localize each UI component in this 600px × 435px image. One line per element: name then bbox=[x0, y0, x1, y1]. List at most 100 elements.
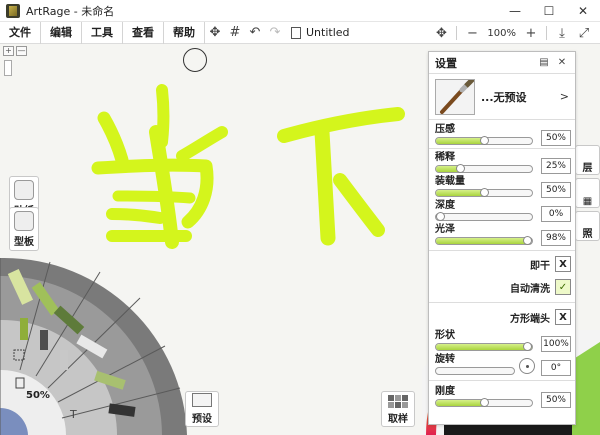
rotation-dial[interactable] bbox=[519, 358, 535, 374]
square-head-label: 方形端头 bbox=[510, 313, 550, 325]
gloss-param: 光泽 98% bbox=[435, 224, 571, 248]
pressure-value[interactable]: 50% bbox=[541, 130, 571, 146]
menu-bar: 文件 编辑 工具 查看 帮助 ✥ # ↶ ↷ Untitled ✥ − 100%… bbox=[0, 21, 600, 44]
sticker-icon bbox=[14, 180, 34, 200]
menu-help[interactable]: 帮助 bbox=[164, 21, 205, 44]
slider-knob[interactable] bbox=[523, 236, 532, 245]
slider-knob[interactable] bbox=[480, 398, 489, 407]
depth-value[interactable]: 0% bbox=[541, 206, 571, 222]
auto-clean-label: 自动清洗 bbox=[510, 283, 550, 295]
maximize-button[interactable]: ☐ bbox=[532, 0, 566, 22]
paint-stroke bbox=[112, 190, 196, 204]
slider-knob[interactable] bbox=[480, 188, 489, 197]
zoom-out-icon[interactable]: − bbox=[462, 22, 482, 44]
title-bar: ArtRage - 未命名 — ☐ ✕ bbox=[0, 0, 600, 22]
auto-clean-row: 自动清洗 ✓ bbox=[435, 278, 571, 296]
canvas-position-icon[interactable]: ✥ bbox=[431, 22, 451, 44]
auto-clean-toggle[interactable]: ✓ bbox=[555, 279, 571, 295]
preset-selector[interactable]: ...无预设 > bbox=[429, 74, 575, 120]
gloss-slider[interactable] bbox=[435, 236, 533, 245]
stencils-label: 型板 bbox=[14, 237, 34, 248]
layers-label: 层 bbox=[582, 163, 593, 174]
menu-tools[interactable]: 工具 bbox=[82, 21, 123, 44]
shape-value[interactable]: 100% bbox=[541, 336, 571, 352]
tool-wheel[interactable]: T 50% bbox=[0, 257, 190, 435]
square-head-row: 方形端头 X bbox=[435, 308, 571, 326]
paint-stroke bbox=[176, 126, 228, 162]
menu-view[interactable]: 查看 bbox=[123, 21, 164, 44]
pressure-param: 压感 50% bbox=[435, 124, 571, 148]
rotation-value[interactable]: 0° bbox=[541, 360, 571, 376]
redo-icon[interactable]: ↷ bbox=[265, 22, 285, 44]
preset-name: ...无预设 bbox=[481, 90, 527, 104]
paint-stroke bbox=[314, 124, 336, 246]
canvas-mini-tools: + — bbox=[3, 46, 27, 56]
download-icon[interactable]: ⤓ bbox=[552, 22, 572, 44]
stencil-icon bbox=[14, 211, 34, 231]
preset-folder-icon bbox=[192, 393, 212, 407]
ruler-icon[interactable]: — bbox=[16, 46, 27, 56]
samples-panel-button[interactable]: ▦ bbox=[575, 178, 600, 208]
move-canvas-icon[interactable]: ✥ bbox=[205, 22, 225, 44]
tracing-label: 照 bbox=[582, 229, 593, 240]
zoom-level[interactable]: 100% bbox=[484, 28, 519, 39]
slider-fill bbox=[436, 138, 484, 144]
thinners-slider[interactable] bbox=[435, 164, 533, 173]
panel-menu-icon[interactable]: ▤ bbox=[537, 56, 551, 70]
slider-fill bbox=[436, 400, 484, 406]
divider bbox=[429, 380, 575, 381]
pressure-slider[interactable] bbox=[435, 136, 533, 145]
artrage-logo-icon bbox=[6, 3, 20, 18]
stiffness-slider[interactable] bbox=[435, 398, 533, 407]
slider-knob[interactable] bbox=[436, 212, 445, 221]
divider bbox=[546, 26, 547, 40]
gloss-value[interactable]: 98% bbox=[541, 230, 571, 246]
instant-dry-toggle[interactable]: X bbox=[555, 256, 571, 272]
stiffness-value[interactable]: 50% bbox=[541, 392, 571, 408]
tool-opacity-value: 50% bbox=[26, 390, 50, 401]
presets-button[interactable]: 预设 bbox=[185, 391, 219, 427]
layers-button[interactable]: 层 bbox=[575, 145, 600, 175]
slider-knob[interactable] bbox=[523, 342, 532, 351]
depth-slider[interactable] bbox=[435, 212, 533, 221]
brush-cursor bbox=[183, 48, 207, 72]
loading-slider[interactable] bbox=[435, 188, 533, 197]
slider-knob[interactable] bbox=[456, 164, 465, 173]
slider-fill bbox=[436, 238, 531, 244]
presets-label: 预设 bbox=[192, 414, 212, 425]
divider bbox=[456, 26, 458, 40]
view-tools: ✥ − 100% + ⤓ ⤢ bbox=[431, 22, 594, 44]
reference-pin-icon[interactable]: + bbox=[3, 46, 14, 56]
sample-button[interactable]: 取样 bbox=[381, 391, 415, 427]
minimize-button[interactable]: — bbox=[498, 0, 532, 22]
preset-arrow-icon[interactable]: > bbox=[560, 90, 569, 103]
stencils-button[interactable]: 型板 bbox=[9, 207, 39, 251]
tracing-button[interactable]: 照 bbox=[575, 211, 600, 241]
loading-value[interactable]: 50% bbox=[541, 182, 571, 198]
shape-slider[interactable] bbox=[435, 342, 533, 351]
paint-stroke bbox=[97, 111, 129, 167]
depth-param: 深度 0% bbox=[435, 200, 571, 224]
rotation-slider[interactable] bbox=[435, 367, 515, 375]
square-head-toggle[interactable]: X bbox=[555, 309, 571, 325]
divider bbox=[429, 250, 575, 251]
document-title: Untitled bbox=[306, 26, 350, 39]
settings-panel: 设置 ▤ ✕ ...无预设 > 压感 50% 稀释 25% 装载量 50% 深度… bbox=[428, 51, 576, 425]
divider bbox=[429, 302, 575, 303]
window-title: ArtRage - 未命名 bbox=[26, 4, 115, 18]
undo-icon[interactable]: ↶ bbox=[245, 22, 265, 44]
zoom-in-icon[interactable]: + bbox=[521, 22, 541, 44]
slider-knob[interactable] bbox=[480, 136, 489, 145]
close-button[interactable]: ✕ bbox=[566, 0, 600, 22]
vertical-slider-handle[interactable] bbox=[4, 60, 12, 76]
menu-edit[interactable]: 编辑 bbox=[41, 21, 82, 44]
fullscreen-icon[interactable]: ⤢ bbox=[574, 22, 594, 44]
thinners-value[interactable]: 25% bbox=[541, 158, 571, 174]
menu-file[interactable]: 文件 bbox=[0, 21, 41, 44]
svg-text:T: T bbox=[69, 408, 77, 421]
paint-stroke bbox=[149, 125, 179, 249]
grid-icon[interactable]: # bbox=[225, 22, 245, 44]
brush-preset-thumbnail bbox=[435, 78, 475, 115]
paint-stroke bbox=[333, 173, 385, 237]
panel-close-icon[interactable]: ✕ bbox=[555, 56, 569, 70]
